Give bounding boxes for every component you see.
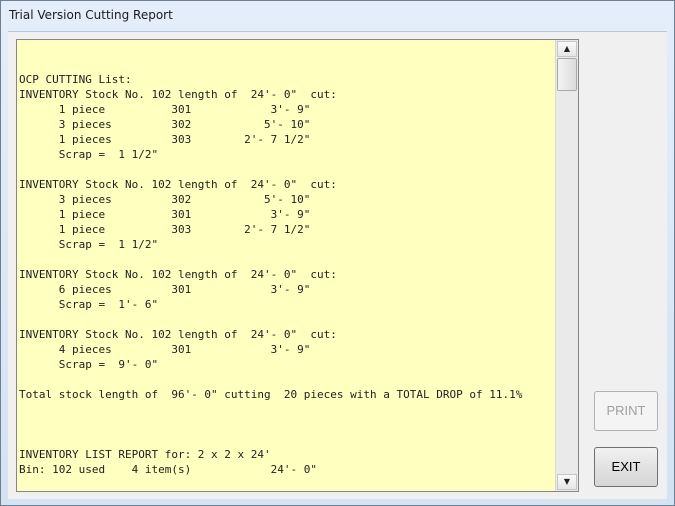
title-bar: Trial Version Cutting Report: [1, 1, 674, 31]
report-line: 1 piece 301 3'- 9": [19, 103, 311, 116]
report-line: [19, 162, 551, 177]
report-line: INVENTORY Stock No. 102 length of 24'- 0…: [19, 178, 337, 191]
report-line: [19, 312, 551, 327]
report-line: Bin: 102 used 4 item(s) 24'- 0": [19, 463, 318, 476]
report-text-area: OCP CUTTING List: INVENTORY Stock No. 102…: [19, 42, 551, 487]
report-line: 1 pieces 303 2'- 7 1/2": [19, 133, 311, 146]
scroll-up-button[interactable]: ▲: [557, 41, 577, 57]
report-line: [19, 42, 551, 57]
report-line: [19, 402, 551, 417]
report-line: Scrap = 1 1/2": [19, 148, 159, 161]
report-line: [19, 432, 551, 447]
report-textbox[interactable]: OCP CUTTING List: INVENTORY Stock No. 102…: [16, 39, 579, 492]
report-window: Trial Version Cutting Report OCP CUTTING…: [0, 0, 675, 506]
arrow-up-icon: ▲: [563, 44, 571, 53]
report-line: [19, 252, 551, 267]
scroll-down-button[interactable]: ▼: [557, 474, 577, 490]
report-line: INVENTORY Stock No. 102 length of 24'- 0…: [19, 328, 337, 341]
exit-button[interactable]: EXIT: [594, 447, 658, 487]
report-line: Total stock length of 96'- 0" cutting 20…: [19, 388, 523, 401]
arrow-down-icon: ▼: [563, 477, 571, 486]
report-line: INVENTORY Stock No. 102 length of 24'- 0…: [19, 268, 337, 281]
client-area: OCP CUTTING List: INVENTORY Stock No. 102…: [8, 31, 667, 499]
report-line: [19, 417, 551, 432]
window-title: Trial Version Cutting Report: [9, 8, 173, 22]
report-line: Scrap = 1'- 6": [19, 298, 159, 311]
report-line: INVENTORY Stock No. 102 length of 24'- 0…: [19, 88, 337, 101]
print-button[interactable]: PRINT: [594, 391, 658, 431]
report-line: [19, 372, 551, 387]
report-line: INVENTORY LIST REPORT for: 2 x 2 x 24': [19, 448, 271, 461]
report-line: 3 pieces 302 5'- 10": [19, 193, 311, 206]
report-line: 1 piece 303 2'- 7 1/2": [19, 223, 311, 236]
report-line: [19, 57, 551, 72]
vertical-scrollbar[interactable]: ▲ ▼: [555, 40, 578, 491]
report-line: Scrap = 9'- 0": [19, 358, 159, 371]
report-line: 3 pieces 302 5'- 10": [19, 118, 311, 131]
report-line: Scrap = 1 1/2": [19, 238, 159, 251]
scroll-thumb[interactable]: [557, 58, 577, 91]
report-line: 1 piece 301 3'- 9": [19, 208, 311, 221]
report-line: OCP CUTTING List:: [19, 73, 132, 86]
report-line: 6 pieces 301 3'- 9": [19, 283, 311, 296]
report-line: 4 pieces 301 3'- 9": [19, 343, 311, 356]
